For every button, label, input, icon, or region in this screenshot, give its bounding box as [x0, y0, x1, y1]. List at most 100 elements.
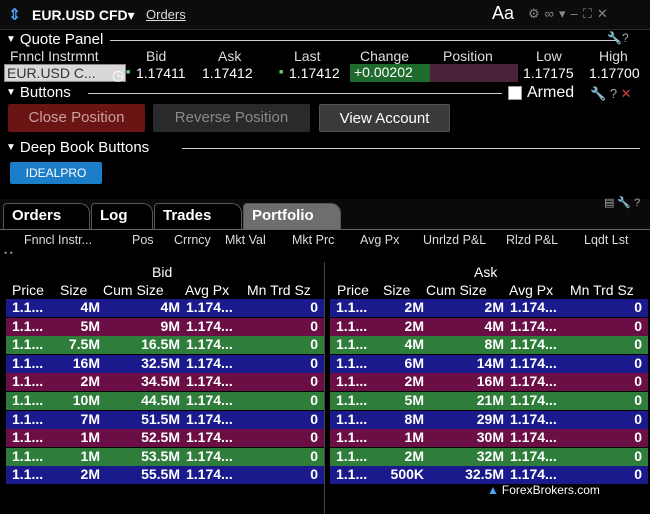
reverse-position-button[interactable]: Reverse Position — [153, 104, 310, 132]
quote-panel-header[interactable]: ▼ Quote Panel — [6, 31, 103, 49]
maximize-icon[interactable]: ⛶ — [583, 6, 597, 21]
bid-depth-row[interactable]: 1.1... 2M 34.5M 1.174... 0 — [6, 373, 324, 392]
bid-mn-trd-sz-cell: 0 — [310, 447, 318, 464]
ask-mn-trd-sz-cell: 0 — [634, 354, 642, 371]
wrench-icon[interactable]: 🔧 — [607, 31, 622, 45]
window-controls[interactable]: ⚙∞▾–⛶✕ — [528, 6, 613, 22]
idealpro-button[interactable]: IDEALPRO — [10, 162, 102, 184]
ask-depth-row[interactable]: 1.1... 4M 8M 1.174... 0 — [330, 336, 648, 355]
col-low[interactable]: Low — [536, 48, 562, 64]
col-instrument[interactable]: Fnncl Instrmnt — [10, 48, 99, 64]
panel-icons[interactable]: 🔧 ? ✕ — [590, 86, 632, 102]
ask-col-cum-size[interactable]: Cum Size — [426, 282, 487, 298]
ask-avg-px-cell: 1.174... — [510, 410, 557, 427]
ask-depth-row[interactable]: 1.1... 2M 32M 1.174... 0 — [330, 447, 648, 466]
ask-col-price[interactable]: Price — [337, 282, 369, 298]
minimize-icon[interactable]: – — [570, 6, 582, 21]
bid-avg-px-cell: 1.174... — [186, 392, 233, 408]
wrench-icon[interactable]: 🔧 — [590, 86, 606, 101]
ask-col-mn-trd-sz[interactable]: Mn Trd Sz — [570, 282, 634, 298]
bid-depth-row[interactable]: 1.1... 5M 9M 1.174... 0 — [6, 317, 324, 336]
close-position-button[interactable]: Close Position — [8, 104, 145, 132]
font-size-button[interactable]: Aa — [492, 3, 514, 24]
tab-trades[interactable]: Trades — [154, 203, 242, 229]
col-fnncl-instr[interactable]: Fnncl Instr... — [24, 233, 92, 247]
collapse-triangle-icon[interactable]: ▼ — [6, 34, 16, 45]
help-icon[interactable]: ? — [610, 86, 617, 101]
help-icon[interactable]: ? — [622, 31, 629, 45]
collapse-triangle-icon[interactable]: ▼ — [6, 142, 16, 153]
view-account-button[interactable]: View Account — [319, 104, 450, 132]
bid-depth-row[interactable]: 1.1... 1M 52.5M 1.174... 0 — [6, 429, 324, 448]
armed-label: Armed — [527, 84, 575, 101]
ask-depth-row[interactable]: 1.1... 2M 4M 1.174... 0 — [330, 317, 648, 336]
col-lqdt-lst[interactable]: Lqdt Lst — [584, 233, 628, 247]
ask-price-cell: 1.1... — [336, 373, 368, 390]
col-bid[interactable]: Bid — [146, 48, 166, 64]
col-crrncy[interactable]: Crrncy — [174, 233, 211, 247]
help-icon[interactable]: ? — [634, 197, 643, 209]
ask-cell[interactable]: 1.17412 — [202, 65, 253, 81]
ask-col-avg-px[interactable]: Avg Px — [509, 282, 553, 298]
quote-row[interactable]: EUR.USD C... ◷ ■ 1.17411 1.17412 ■ 1.174… — [0, 64, 650, 83]
ask-depth-row[interactable]: 1.1... 2M 16M 1.174... 0 — [330, 373, 648, 392]
bid-col-size[interactable]: Size — [60, 282, 87, 298]
bid-size-cell: 7.5M — [68, 336, 100, 353]
instrument-cell[interactable]: EUR.USD C... — [4, 64, 126, 82]
col-avg-px[interactable]: Avg Px — [360, 233, 399, 247]
bid-depth-row[interactable]: 1.1... 7.5M 16.5M 1.174... 0 — [6, 336, 324, 355]
document-icon[interactable]: ▤ — [604, 197, 617, 209]
bid-depth-row[interactable]: 1.1... 16M 32.5M 1.174... 0 — [6, 354, 324, 373]
ask-depth-row[interactable]: 1.1... 8M 29M 1.174... 0 — [330, 410, 648, 429]
ask-depth-row[interactable]: 1.1... 1M 30M 1.174... 0 — [330, 429, 648, 448]
col-high[interactable]: High — [599, 48, 628, 64]
bid-col-avg-px[interactable]: Avg Px — [185, 282, 229, 298]
col-position[interactable]: Position — [443, 48, 493, 64]
col-ask[interactable]: Ask — [218, 48, 241, 64]
ask-cum-size-cell: 2M — [484, 299, 504, 315]
collapse-triangle-icon[interactable]: ▼ — [6, 87, 16, 98]
bid-cell[interactable]: 1.17411 — [136, 65, 186, 81]
gear-icon[interactable]: ⚙ — [528, 6, 545, 21]
resize-handle-icon[interactable]: • • — [4, 248, 13, 258]
col-last[interactable]: Last — [294, 48, 320, 64]
bid-depth-row[interactable]: 1.1... 2M 55.5M 1.174... 0 — [6, 466, 324, 485]
bid-depth-row[interactable]: 1.1... 10M 44.5M 1.174... 0 — [6, 392, 324, 410]
tab-portfolio[interactable]: Portfolio — [243, 203, 341, 229]
link-arrow-icon[interactable]: ⇕ — [8, 5, 21, 25]
col-change[interactable]: Change — [360, 48, 409, 64]
col-mkt-val[interactable]: Mkt Val — [225, 233, 266, 247]
wrench-icon[interactable]: 🔧 — [617, 197, 634, 209]
panel-icons[interactable]: 🔧? — [607, 31, 629, 45]
deep-book-header[interactable]: ▼ Deep Book Buttons — [6, 139, 149, 157]
symbol-selector[interactable]: EUR.USD CFD▾ — [32, 7, 135, 24]
link-icon[interactable]: ∞ — [545, 6, 559, 21]
bid-depth-row[interactable]: 1.1... 7M 51.5M 1.174... 0 — [6, 410, 324, 429]
ask-depth-row[interactable]: 1.1... 2M 2M 1.174... 0 — [330, 299, 648, 317]
ask-depth-row[interactable]: 1.1... 5M 21M 1.174... 0 — [330, 392, 648, 410]
bid-depth-row[interactable]: 1.1... 1M 53.5M 1.174... 0 — [6, 447, 324, 466]
ask-mn-trd-sz-cell: 0 — [634, 299, 642, 315]
pin-icon[interactable]: ▾ — [559, 6, 571, 21]
tab-icons[interactable]: ▤🔧? — [604, 196, 643, 209]
ask-col-size[interactable]: Size — [383, 282, 410, 298]
orders-menu[interactable]: Orders — [146, 7, 186, 22]
col-mkt-prc[interactable]: Mkt Prc — [292, 233, 334, 247]
tab-orders[interactable]: Orders — [3, 203, 90, 229]
bid-col-price[interactable]: Price — [12, 282, 44, 298]
bid-mn-trd-sz-cell: 0 — [310, 392, 318, 408]
col-pos[interactable]: Pos — [132, 233, 154, 247]
ask-depth-row[interactable]: 1.1... 500K 32.5M 1.174... 0 — [330, 466, 648, 485]
buttons-panel-header[interactable]: ▼ Buttons — [6, 84, 71, 102]
bid-col-mn-trd-sz[interactable]: Mn Trd Sz — [247, 282, 311, 298]
col-unrlzd-pnl[interactable]: Unrlzd P&L — [423, 233, 486, 247]
bid-col-cum-size[interactable]: Cum Size — [103, 282, 164, 298]
tab-log[interactable]: Log — [91, 203, 153, 229]
bid-depth-row[interactable]: 1.1... 4M 4M 1.174... 0 — [6, 299, 324, 317]
col-rlzd-pnl[interactable]: Rlzd P&L — [506, 233, 558, 247]
ask-depth-row[interactable]: 1.1... 6M 14M 1.174... 0 — [330, 354, 648, 373]
ask-title: Ask — [474, 264, 498, 280]
close-panel-icon[interactable]: ✕ — [621, 86, 632, 101]
close-icon[interactable]: ✕ — [597, 6, 613, 21]
armed-checkbox[interactable] — [508, 86, 522, 100]
